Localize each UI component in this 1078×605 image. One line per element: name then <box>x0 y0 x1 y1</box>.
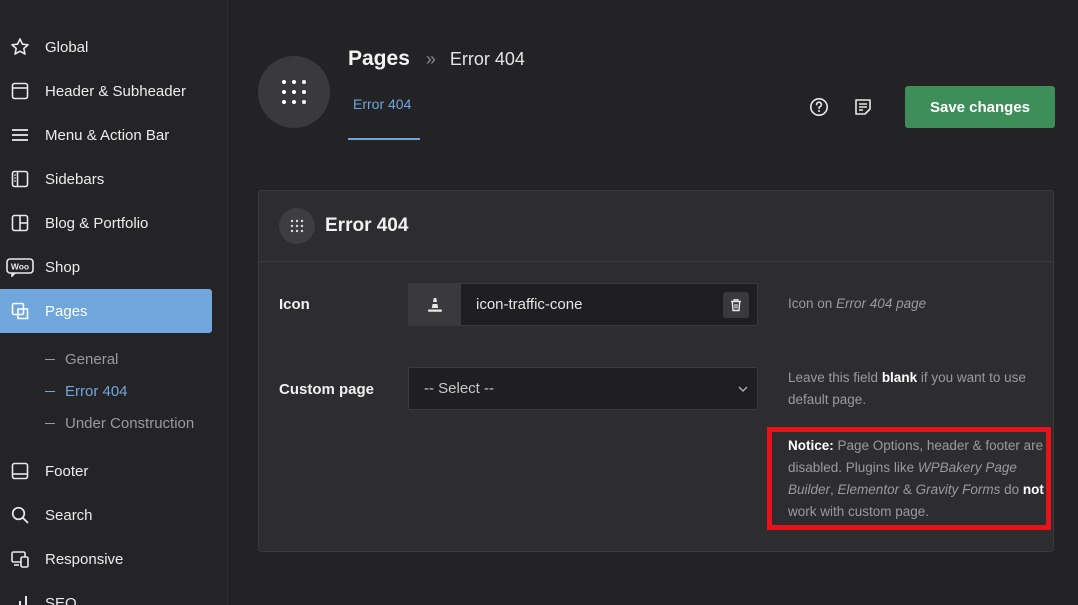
sidebar-icon <box>10 169 30 189</box>
sidebar-item-label: Header & Subheader <box>45 82 186 100</box>
sidebar-item-label: Global <box>45 38 89 56</box>
sidebar-item-header-subheader[interactable]: Header & Subheader <box>0 69 212 113</box>
subitem-general[interactable]: General <box>45 348 118 370</box>
dash-icon <box>45 358 55 360</box>
pages-icon <box>10 301 30 321</box>
subitem-under-construction[interactable]: Under Construction <box>45 412 194 434</box>
sidebar-item-label: SEO <box>45 594 77 605</box>
subitem-label: Error 404 <box>65 382 128 400</box>
sidebar-item-label: Sidebars <box>45 170 105 188</box>
menu-icon <box>10 125 30 145</box>
panel-header: Error 404 <box>259 191 1053 262</box>
sidebar: Global Header & Subheader Menu & Action … <box>0 0 228 605</box>
grid-icon <box>10 213 30 233</box>
breadcrumb-current: Error 404 <box>449 48 525 69</box>
page-title: Pages <box>348 47 410 70</box>
traffic-cone-icon[interactable] <box>409 284 461 325</box>
settings-panel: Error 404 Icon icon-traffic-cone Icon on… <box>258 190 1054 552</box>
sidebar-item-responsive[interactable]: Responsive <box>0 537 212 581</box>
delete-icon-button[interactable] <box>723 291 749 318</box>
breadcrumb: Pages » Error 404 <box>348 45 525 73</box>
notes-button[interactable] <box>852 96 874 118</box>
help-button[interactable] <box>808 96 830 118</box>
custom-page-label: Custom page <box>279 381 375 398</box>
sidebar-item-search[interactable]: Search <box>0 493 212 537</box>
sidebar-item-sidebars[interactable]: Sidebars <box>0 157 212 201</box>
trash-icon <box>731 298 741 311</box>
chevron-down-icon <box>737 382 749 399</box>
sidebar-item-shop[interactable]: Woo Shop <box>0 245 212 289</box>
question-icon <box>810 98 828 116</box>
save-button[interactable]: Save changes <box>905 86 1055 128</box>
sidebar-item-seo[interactable]: SEO <box>0 581 212 605</box>
dots-grid-icon <box>279 208 315 244</box>
subitem-label: General <box>65 350 119 368</box>
custom-page-select[interactable]: -- Select -- <box>408 367 758 410</box>
sidebar-item-menu-action-bar[interactable]: Menu & Action Bar <box>0 113 212 157</box>
notes-icon <box>855 99 871 115</box>
select-value: -- Select -- <box>424 380 495 397</box>
svg-text:Woo: Woo <box>11 262 29 272</box>
seo-icon <box>10 593 30 605</box>
sidebar-item-footer[interactable]: Footer <box>0 449 212 493</box>
sidebar-item-label: Pages <box>45 302 88 320</box>
sidebar-item-label: Blog & Portfolio <box>45 214 149 232</box>
custom-page-help-text: Leave this field blank if you want to us… <box>788 370 1026 407</box>
subitem-label: Under Construction <box>65 414 195 432</box>
sidebar-item-label: Footer <box>45 462 89 480</box>
layout-icon <box>10 81 30 101</box>
sidebar-item-label: Search <box>45 506 93 524</box>
responsive-icon <box>10 549 30 569</box>
tab-error-404[interactable]: Error 404 <box>348 96 420 140</box>
icon-input[interactable]: icon-traffic-cone <box>461 296 723 313</box>
sidebar-item-blog-portfolio[interactable]: Blog & Portfolio <box>0 201 212 245</box>
dash-icon <box>45 390 55 392</box>
footer-icon <box>10 461 30 481</box>
dash-icon <box>45 422 55 424</box>
icon-help-text: Icon on Error 404 page <box>788 296 927 311</box>
panel-title: Error 404 <box>325 215 409 236</box>
sidebar-item-global[interactable]: Global <box>0 25 212 69</box>
woo-icon: Woo <box>6 257 34 277</box>
icon-field-label: Icon <box>279 296 310 313</box>
star-icon <box>10 37 30 57</box>
notice-box: Notice: Page Options, header & footer ar… <box>767 427 1051 530</box>
sidebar-item-label: Shop <box>45 258 81 276</box>
section-icon <box>258 56 330 128</box>
sidebar-item-label: Responsive <box>45 550 124 568</box>
sidebar-item-label: Menu & Action Bar <box>45 126 170 144</box>
sidebar-item-pages[interactable]: Pages <box>0 289 212 333</box>
subitem-error-404[interactable]: Error 404 <box>45 380 128 402</box>
dots-grid-icon <box>282 80 306 104</box>
search-icon <box>10 505 30 525</box>
icon-field[interactable]: icon-traffic-cone <box>408 283 758 326</box>
breadcrumb-separator: » <box>425 48 436 69</box>
